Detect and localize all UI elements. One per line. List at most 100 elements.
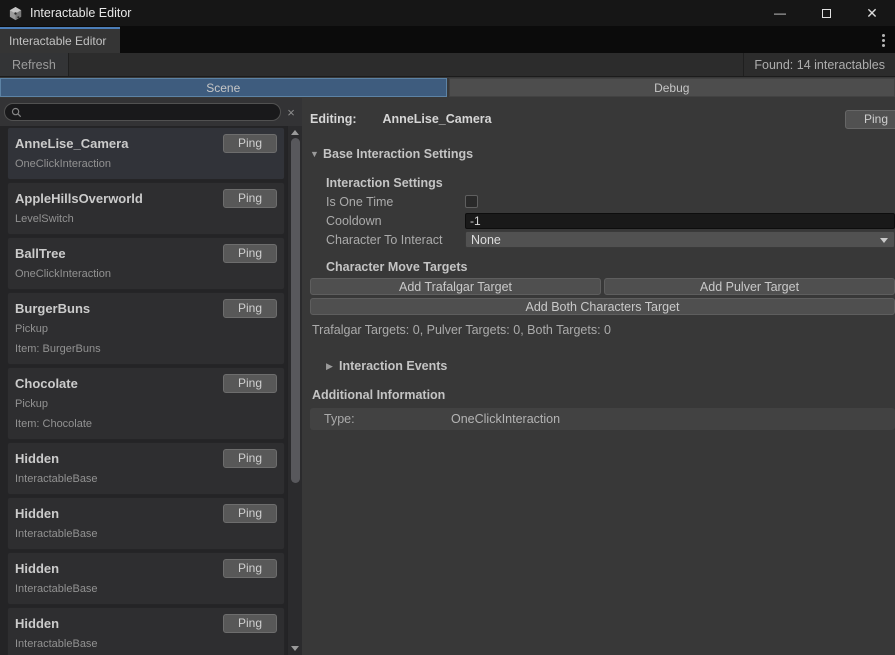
editing-panel: Editing: AnneLise_Camera Ping ▼ Base Int… (302, 98, 895, 655)
scroll-up-icon[interactable] (291, 130, 299, 135)
list-item[interactable]: Hidden Ping InteractableBase (7, 497, 285, 550)
maximize-button[interactable] (803, 0, 849, 26)
foldout-label: Base Interaction Settings (323, 147, 473, 161)
list-item[interactable]: AnneLise_CameraPing OneClickInteraction (7, 127, 285, 180)
close-button[interactable]: ✕ (849, 0, 895, 26)
ping-button[interactable]: Ping (223, 244, 277, 263)
window-title: Interactable Editor (30, 6, 131, 20)
targets-stats-label: Trafalgar Targets: 0, Pulver Targets: 0,… (312, 318, 895, 342)
list-item[interactable]: Hidden Ping InteractableBase (7, 552, 285, 605)
maximize-icon (822, 9, 831, 18)
list-item[interactable]: Chocolate Ping Pickup Item: Chocolate (7, 367, 285, 440)
list-item[interactable]: Hidden Ping InteractableBase (7, 442, 285, 495)
interaction-events-foldout[interactable]: ▶ Interaction Events (310, 356, 895, 376)
ping-button[interactable]: Ping (223, 189, 277, 208)
list-scrollbar[interactable] (287, 126, 302, 655)
item-detail: Item: BurgerBuns (15, 339, 277, 359)
editing-ping-button[interactable]: Ping (845, 110, 895, 129)
view-tabs: Scene Debug (0, 77, 895, 98)
additional-information-header: Additional Information (310, 386, 895, 404)
character-to-interact-dropdown[interactable]: None (465, 231, 895, 248)
scrollbar-thumb[interactable] (291, 138, 300, 483)
scrollbar-track[interactable] (288, 138, 302, 643)
is-one-time-checkbox[interactable] (465, 195, 478, 208)
add-trafalgar-target-button[interactable]: Add Trafalgar Target (310, 278, 601, 295)
search-clear-button[interactable]: × (282, 103, 300, 121)
list-item[interactable]: AppleHillsOverworldPing LevelSwitch (7, 182, 285, 235)
search-icon (11, 107, 22, 118)
type-info-row: Type: OneClickInteraction (310, 408, 895, 430)
interaction-settings-header: Interaction Settings (326, 174, 895, 192)
item-type: Pickup (15, 319, 277, 339)
found-count-label: Found: 14 interactables (743, 53, 895, 76)
editing-header: Editing: AnneLise_Camera Ping (310, 108, 895, 130)
scene-list-panel: × AnneLise_CameraPing OneClickInteractio… (0, 98, 302, 655)
item-detail: Item: Chocolate (15, 414, 277, 434)
scroll-down-icon[interactable] (291, 646, 299, 651)
window-controls: — ✕ (757, 0, 895, 26)
chevron-down-icon (880, 238, 888, 243)
item-title: Hidden (15, 506, 59, 521)
item-type: InteractableBase (15, 634, 277, 654)
add-both-characters-target-button[interactable]: Add Both Characters Target (310, 298, 895, 315)
ping-button[interactable]: Ping (223, 299, 277, 318)
add-pulver-target-button[interactable]: Add Pulver Target (604, 278, 895, 295)
main-content: × AnneLise_CameraPing OneClickInteractio… (0, 98, 895, 655)
type-label: Type: (310, 412, 451, 426)
item-type: InteractableBase (15, 579, 277, 599)
tab-scene[interactable]: Scene (0, 78, 447, 97)
type-value: OneClickInteraction (451, 412, 560, 426)
character-to-interact-label: Character To Interact (326, 233, 465, 247)
refresh-button[interactable]: Refresh (0, 53, 69, 76)
tab-debug[interactable]: Debug (449, 78, 895, 97)
item-type: InteractableBase (15, 469, 277, 489)
item-title: Hidden (15, 561, 59, 576)
dropdown-value: None (471, 233, 501, 247)
cooldown-field[interactable]: -1 (465, 213, 895, 229)
search-input[interactable] (4, 103, 281, 121)
kebab-menu-icon[interactable] (876, 32, 890, 48)
item-type: OneClickInteraction (15, 154, 277, 174)
list-item[interactable]: BallTree Ping OneClickInteraction (7, 237, 285, 290)
ping-button[interactable]: Ping (223, 614, 277, 633)
list-wrap: AnneLise_CameraPing OneClickInteraction … (0, 126, 302, 655)
list-item[interactable]: BurgerBuns Ping Pickup Item: BurgerBuns (7, 292, 285, 365)
minimize-button[interactable]: — (757, 0, 803, 26)
character-to-interact-row: Character To Interact None (326, 230, 895, 249)
interactable-list: AnneLise_CameraPing OneClickInteraction … (0, 126, 287, 655)
ping-button[interactable]: Ping (223, 449, 277, 468)
item-title: BallTree (15, 246, 66, 261)
foldout-open-icon: ▼ (310, 149, 323, 159)
ping-button[interactable]: Ping (223, 504, 277, 523)
editing-label: Editing: (310, 112, 357, 126)
ping-button[interactable]: Ping (223, 374, 277, 393)
item-type: OneClickInteraction (15, 264, 277, 284)
item-title: Hidden (15, 451, 59, 466)
item-type: Pickup (15, 394, 277, 414)
item-title: Chocolate (15, 376, 78, 391)
titlebar: Interactable Editor — ✕ (0, 0, 895, 26)
item-title: BurgerBuns (15, 301, 90, 316)
editor-tabbar: Interactable Editor (0, 26, 895, 53)
foldout-label: Interaction Events (339, 359, 447, 373)
list-item[interactable]: Hidden Ping InteractableBase (7, 607, 285, 655)
cooldown-row: Cooldown -1 (326, 211, 895, 230)
toolbar: Refresh Found: 14 interactables (0, 53, 895, 77)
cooldown-label: Cooldown (326, 214, 465, 228)
tab-interactable-editor[interactable]: Interactable Editor (0, 27, 120, 53)
is-one-time-row: Is One Time (326, 192, 895, 211)
search-row: × (0, 98, 302, 126)
is-one-time-label: Is One Time (326, 195, 465, 209)
ping-button[interactable]: Ping (223, 134, 277, 153)
interactable-editor-window: Interactable Editor — ✕ Interactable Edi… (0, 0, 895, 655)
editing-target-name: AnneLise_Camera (383, 112, 492, 126)
item-title: AppleHillsOverworld (15, 191, 143, 206)
item-title: Hidden (15, 616, 59, 631)
item-type: InteractableBase (15, 524, 277, 544)
base-interaction-settings-foldout[interactable]: ▼ Base Interaction Settings (310, 144, 895, 164)
add-both-button-row: Add Both Characters Target (310, 298, 895, 315)
unity-cube-icon (8, 6, 23, 21)
ping-button[interactable]: Ping (223, 559, 277, 578)
add-target-buttons-row: Add Trafalgar Target Add Pulver Target (310, 278, 895, 295)
character-move-targets-header: Character Move Targets (326, 258, 895, 276)
